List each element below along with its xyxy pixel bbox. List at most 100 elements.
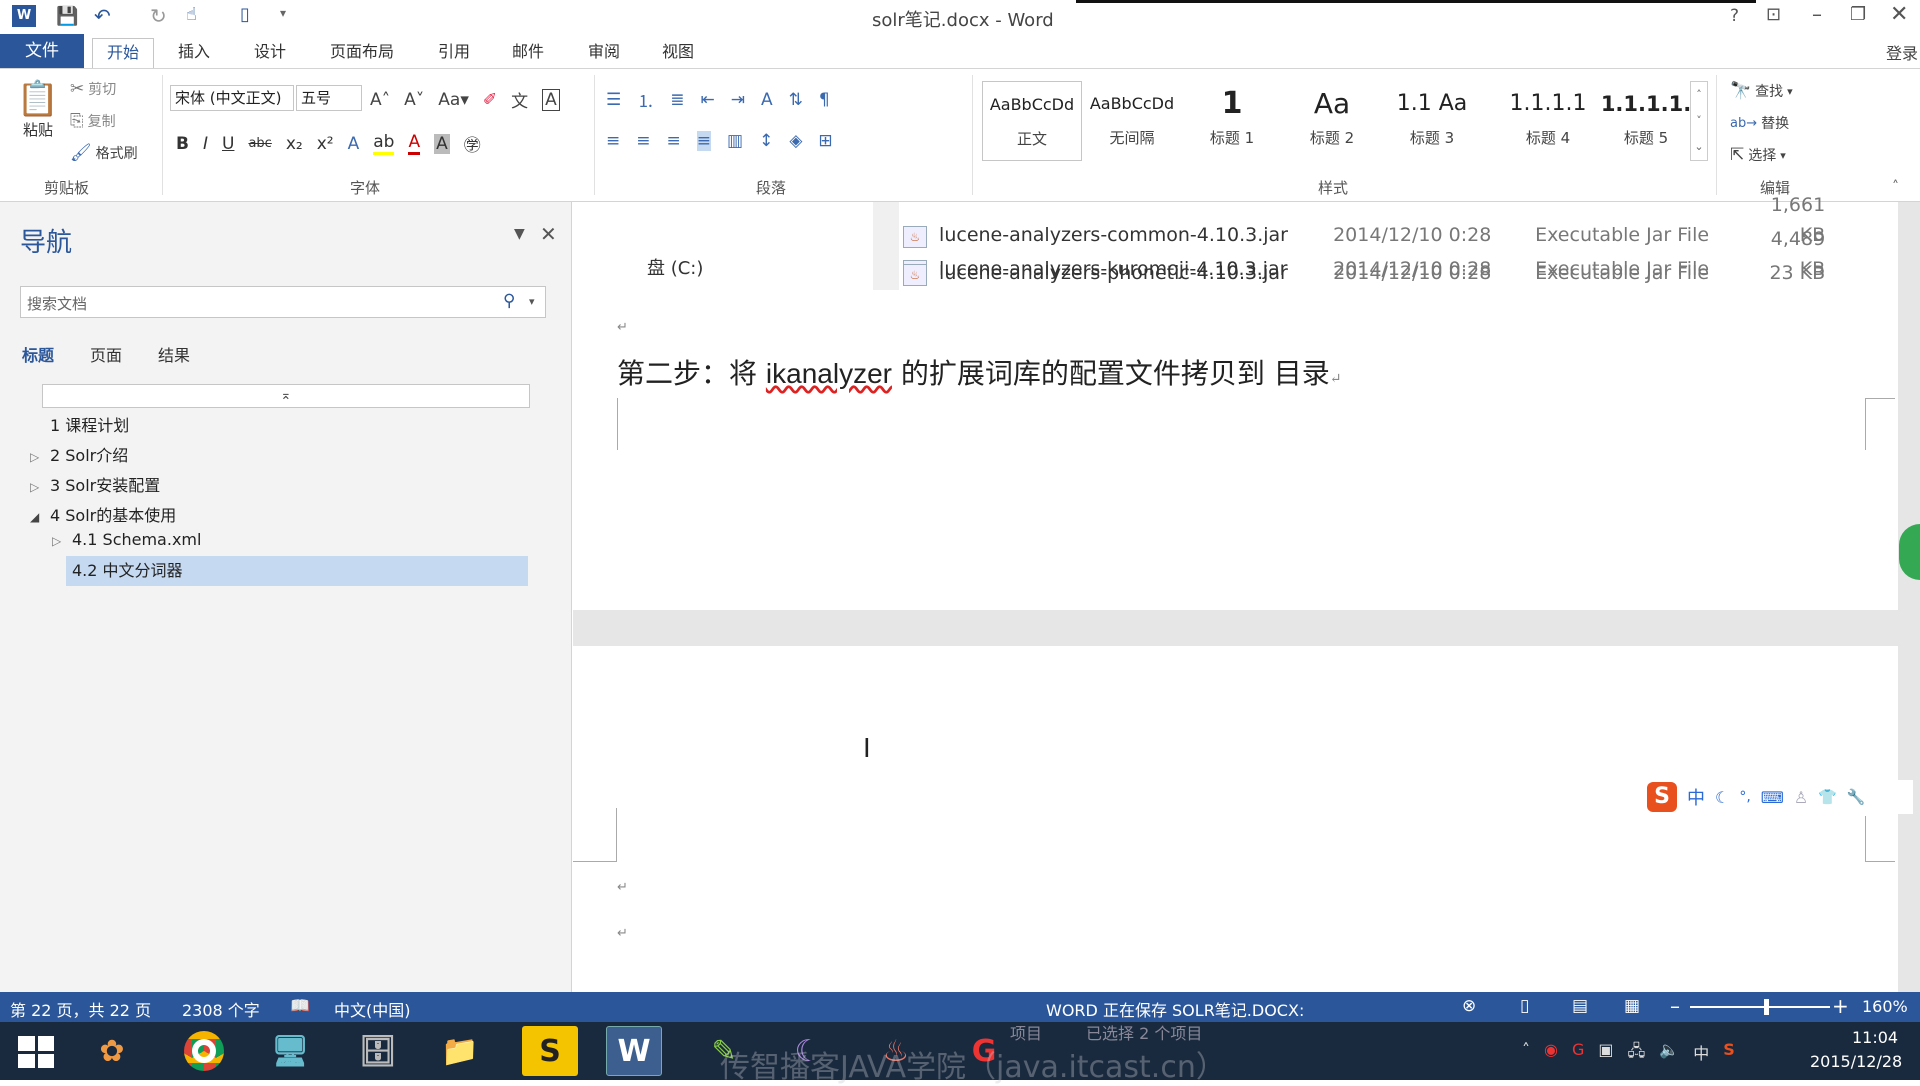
qat-customize-icon[interactable]: ▾ — [280, 6, 286, 20]
tree-item[interactable]: ▷ 4.1 Schema.xml — [52, 530, 201, 549]
sogou-tray-icon[interactable]: S — [1723, 1040, 1735, 1067]
justify-icon[interactable]: ≡ — [696, 131, 711, 151]
document-area[interactable]: 盘 (C:) ♨ lucene-analyzers-common-4.10.3.… — [573, 194, 1920, 992]
change-case-icon[interactable]: Aa▾ — [438, 90, 469, 110]
calculator-app-icon[interactable]: 🗄 — [350, 1026, 406, 1076]
page-lower[interactable]: I ↵ ↵ — [573, 646, 1898, 992]
cancel-save-icon[interactable]: ⊗ — [1462, 996, 1476, 1016]
clear-format-icon[interactable]: ✐ — [483, 90, 497, 110]
new-doc-icon[interactable]: ▯ — [240, 4, 250, 25]
bullets-icon[interactable]: ☰ — [606, 90, 621, 110]
remote-desktop-icon[interactable]: 🖥 — [262, 1026, 318, 1076]
clock-date[interactable]: 2015/12/28 — [1810, 1052, 1902, 1071]
volume-icon[interactable]: 🔈 — [1659, 1040, 1679, 1067]
network-icon[interactable]: 🖧 — [1628, 1040, 1646, 1067]
nav-close-icon[interactable]: ✕ — [540, 222, 557, 246]
nav-tab-headings[interactable]: 标题 — [22, 342, 54, 366]
align-center-icon[interactable]: ≡ — [636, 131, 650, 151]
numbering-icon[interactable]: ⒈ — [637, 87, 654, 112]
collapse-ribbon-icon[interactable]: ˄ — [1892, 179, 1899, 195]
style-no-spacing[interactable]: AaBbCcDd 无间隔 — [1082, 81, 1182, 161]
clock-time[interactable]: 11:04 — [1852, 1028, 1898, 1047]
tab-insert[interactable]: 插入 — [164, 38, 224, 68]
tray-g-icon[interactable]: G — [1572, 1040, 1584, 1067]
increase-indent-icon[interactable]: ⇥ — [731, 90, 745, 110]
styles-scroll[interactable]: ˄ ˅ ⌄ — [1690, 81, 1708, 161]
page-count[interactable]: 第 22 页，共 22 页 — [10, 997, 151, 1021]
font-name-select[interactable]: 宋体 (中文正文) — [170, 85, 294, 111]
highlight-icon[interactable]: ab — [373, 132, 395, 155]
sogou-app-icon[interactable]: S — [522, 1026, 578, 1076]
style-heading-4[interactable]: 1.1.1.1 标题 4 — [1488, 81, 1608, 161]
superscript-icon[interactable]: x² — [317, 134, 334, 154]
touch-mode-icon[interactable]: ☝ — [186, 4, 197, 25]
align-right-icon[interactable]: ≡ — [667, 131, 681, 151]
word-taskbar-icon[interactable]: W — [606, 1026, 662, 1076]
asian-layout-icon[interactable]: A — [761, 90, 773, 110]
phonetic-guide-icon[interactable]: 文 — [511, 87, 528, 112]
nav-options-icon[interactable]: ▼ — [514, 226, 525, 242]
redo-icon[interactable]: ↻ — [150, 4, 167, 28]
cut-button[interactable]: ✂ 剪切 — [70, 79, 116, 99]
style-heading-3[interactable]: 1.1 Aa 标题 3 — [1382, 81, 1482, 161]
word-logo-icon[interactable]: W — [12, 5, 36, 27]
tab-home[interactable]: 开始 — [92, 38, 155, 68]
tab-layout[interactable]: 页面布局 — [316, 38, 408, 68]
tree-item-selected[interactable]: 4.2 中文分词器 — [66, 556, 528, 586]
file-explorer-icon[interactable]: 📁 — [432, 1026, 488, 1076]
subscript-icon[interactable]: x₂ — [286, 134, 303, 154]
language[interactable]: 中文(中国) — [334, 997, 411, 1021]
line-spacing-icon[interactable]: ↕ — [759, 131, 773, 151]
side-float-button[interactable] — [1899, 524, 1920, 580]
ribbon-display-icon[interactable]: ⊡ — [1766, 4, 1781, 25]
zoom-slider[interactable] — [1690, 999, 1830, 1015]
find-button[interactable]: 🔭 查找 ▾ — [1730, 81, 1793, 101]
step-paragraph[interactable]: 第二步：将 ikanalyzer 的扩展词库的配置文件拷贝到 目录↵ — [617, 352, 1342, 392]
show-marks-icon[interactable]: ¶ — [819, 90, 830, 110]
italic-icon[interactable]: I — [203, 134, 208, 154]
tab-mailings[interactable]: 邮件 — [498, 38, 558, 68]
align-left-icon[interactable]: ≡ — [606, 131, 620, 151]
pinwheel-app-icon[interactable]: ✿ — [84, 1026, 140, 1076]
nav-tab-pages[interactable]: 页面 — [90, 342, 122, 366]
char-shading-icon[interactable]: A — [434, 133, 450, 154]
undo-icon[interactable]: ↶ — [94, 4, 111, 28]
close-icon[interactable]: ✕ — [1890, 2, 1908, 27]
collapse-icon[interactable]: ◢ — [30, 510, 50, 524]
web-layout-icon[interactable]: ▦ — [1624, 996, 1640, 1016]
tree-item[interactable]: ◢ 4 Solr的基本使用 — [30, 502, 176, 526]
tab-view[interactable]: 视图 — [648, 38, 708, 68]
start-icon[interactable] — [18, 1036, 54, 1068]
signin-link[interactable]: 登录 — [1886, 40, 1918, 64]
bold-icon[interactable]: B — [176, 134, 189, 154]
expand-icon[interactable]: ▷ — [30, 450, 50, 464]
word-count[interactable]: 2308 个字 — [182, 997, 260, 1021]
nav-search-input[interactable]: 搜索文档 ⚲ ▾ — [20, 286, 546, 318]
distributed-icon[interactable]: ▥ — [727, 131, 743, 151]
read-mode-icon[interactable]: ▯ — [1520, 996, 1529, 1016]
replace-button[interactable]: ab→ 替换 — [1730, 113, 1789, 133]
paste-button[interactable]: 📋 粘贴 — [14, 79, 62, 165]
restore-icon[interactable]: ❐ — [1850, 4, 1866, 25]
chrome-icon[interactable] — [176, 1026, 232, 1076]
chevron-down-icon[interactable]: ▾ — [529, 295, 535, 308]
ime-indicator[interactable]: 中 — [1693, 1040, 1709, 1067]
decrease-indent-icon[interactable]: ⇤ — [701, 90, 715, 110]
page-upper[interactable]: 盘 (C:) ♨ lucene-analyzers-common-4.10.3.… — [573, 194, 1898, 610]
format-painter-button[interactable]: 🖌 格式刷 — [70, 143, 138, 163]
tab-file[interactable]: 文件 — [0, 34, 84, 68]
expand-icon[interactable]: ▷ — [52, 534, 72, 548]
font-size-select[interactable]: 五号 — [296, 85, 362, 111]
text-effects-icon[interactable]: A — [348, 134, 360, 154]
tab-review[interactable]: 审阅 — [574, 38, 634, 68]
strikethrough-icon[interactable]: abc — [248, 136, 271, 151]
enclose-char-icon[interactable]: ㊫ — [464, 131, 481, 156]
multilevel-list-icon[interactable]: ≣ — [670, 90, 684, 110]
zoom-thumb[interactable] — [1764, 999, 1769, 1015]
proofing-icon[interactable]: 📖 — [290, 996, 310, 1015]
tree-item[interactable]: 1 课程计划 — [30, 412, 129, 436]
shrink-font-icon[interactable]: A˅ — [404, 90, 424, 110]
select-button[interactable]: ⇱ 选择 ▾ — [1730, 145, 1786, 165]
help-icon[interactable]: ? — [1730, 6, 1739, 26]
sort-icon[interactable]: ⇅ — [789, 90, 803, 110]
